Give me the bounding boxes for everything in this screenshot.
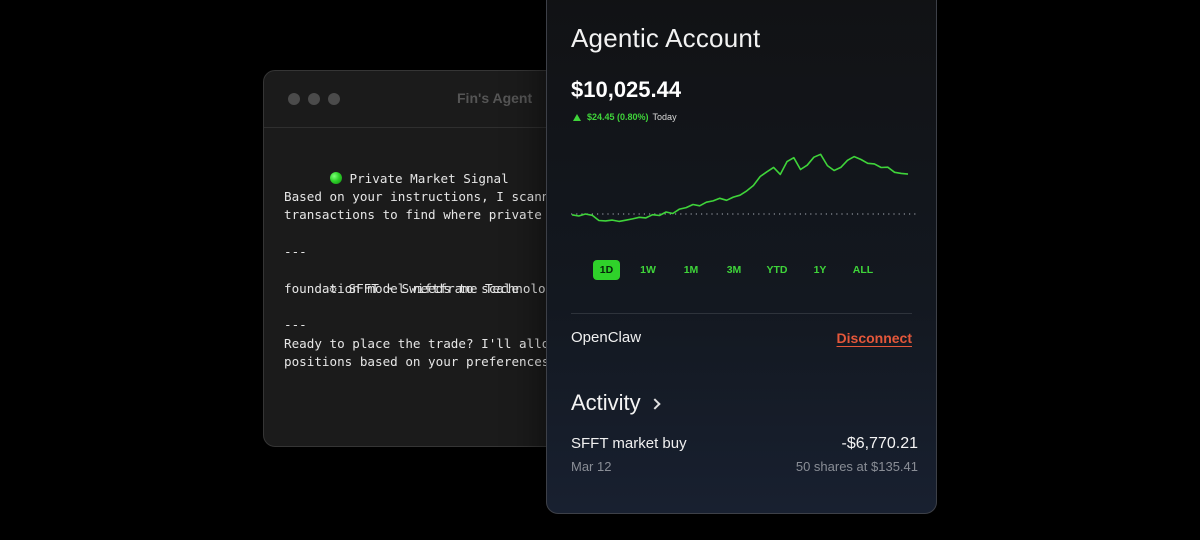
account-balance: $10,025.44 <box>571 77 682 102</box>
range-3m[interactable]: 3M <box>719 260 749 280</box>
range-1d[interactable]: 1D <box>593 260 620 280</box>
range-1m[interactable]: 1M <box>676 260 706 280</box>
terminal-titlebar: Fin's Agent <box>264 71 594 128</box>
disconnect-link[interactable]: Disconnect <box>837 330 912 346</box>
price-chart[interactable] <box>571 142 917 232</box>
range-all[interactable]: ALL <box>848 260 878 280</box>
account-title: Agentic Account <box>571 23 761 53</box>
activity-description: SFFT market buy <box>571 435 687 452</box>
terminal-title: Fin's Agent <box>457 90 533 106</box>
close-dot-icon[interactable] <box>288 93 300 105</box>
signal-text: Private Market Signal <box>349 170 509 186</box>
activity-title: Activity <box>571 390 641 415</box>
window-controls <box>288 93 340 105</box>
green-circle-icon <box>329 171 342 184</box>
range-1y[interactable]: 1Y <box>805 260 835 280</box>
chevron-right-icon <box>649 398 661 410</box>
daily-change: $24.45 (0.80%) Today <box>573 112 677 122</box>
up-arrow-icon <box>573 113 581 121</box>
change-value: $24.45 (0.80%) <box>587 112 649 122</box>
activity-date: Mar 12 <box>571 459 612 474</box>
change-period: Today <box>652 112 677 122</box>
zoom-dot-icon[interactable] <box>328 93 340 105</box>
activity-header[interactable]: Activity <box>571 390 661 416</box>
divider <box>571 313 912 314</box>
range-ytd[interactable]: YTD <box>762 260 792 280</box>
time-range-selector: 1D 1W 1M 3M YTD 1Y ALL <box>593 260 891 280</box>
chart-series-line <box>571 153 909 223</box>
range-1w[interactable]: 1W <box>633 260 663 280</box>
activity-detail: 50 shares at $135.41 <box>795 459 918 474</box>
connection-name: OpenClaw <box>571 329 642 346</box>
activity-amount: -$6,770.21 <box>841 435 918 452</box>
agentic-account-panel: Agentic Account $10,025.44 $24.45 (0.80%… <box>546 0 937 514</box>
minimize-dot-icon[interactable] <box>308 93 320 105</box>
